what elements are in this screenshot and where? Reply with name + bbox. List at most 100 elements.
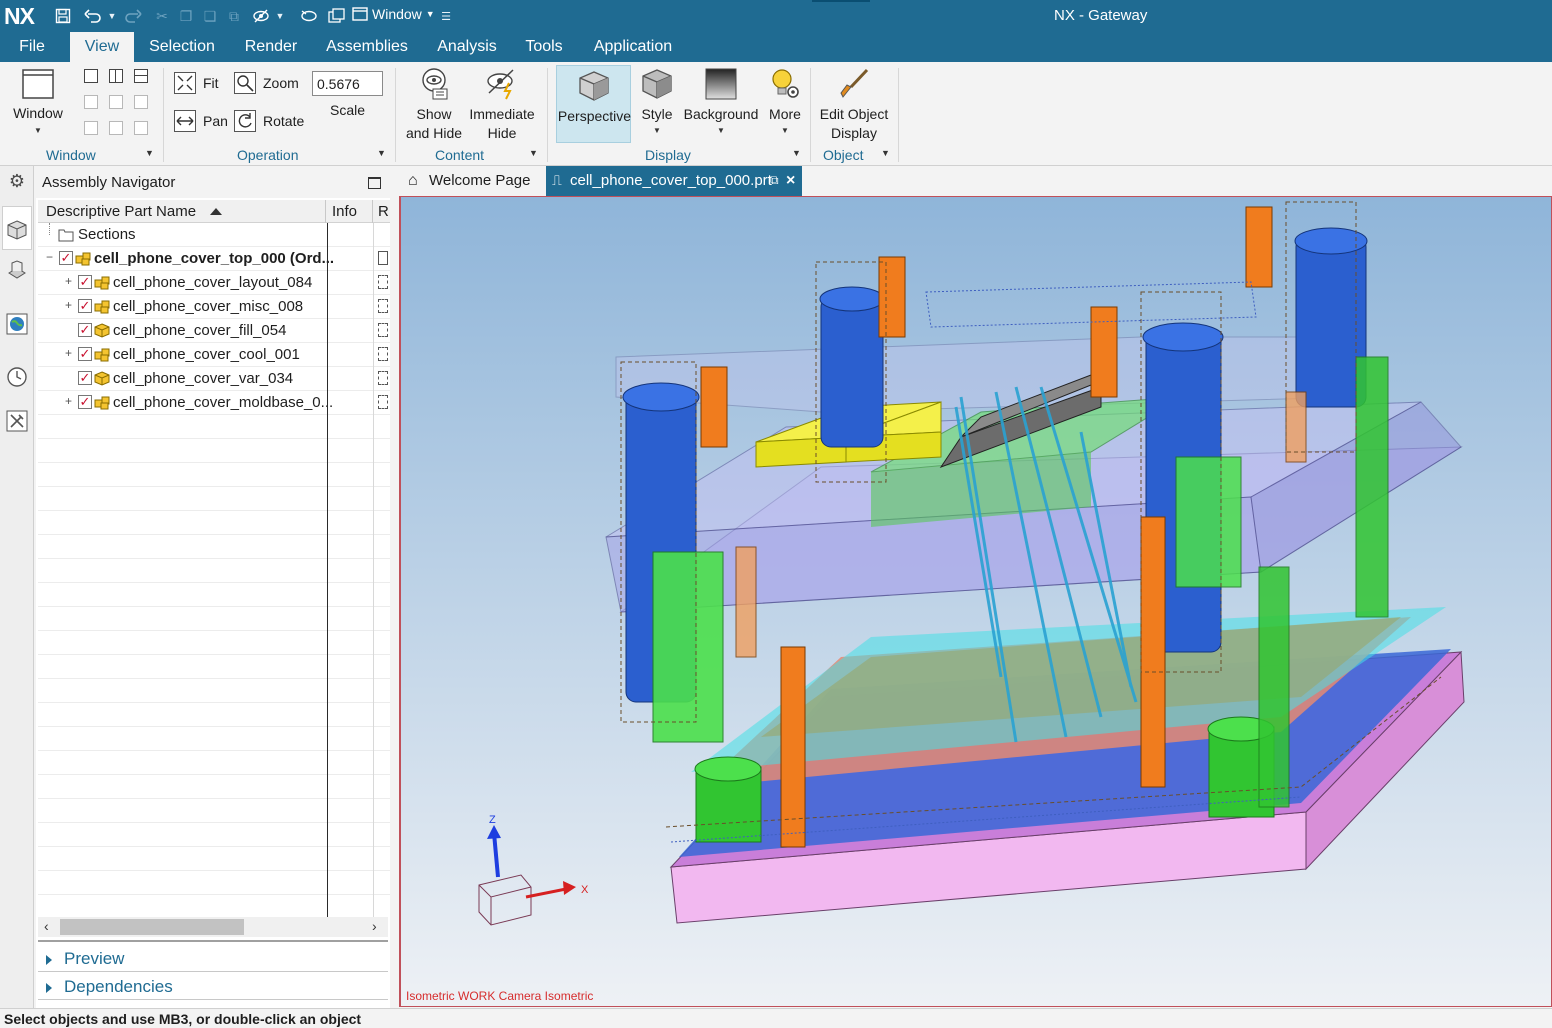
- display-group-expand-icon[interactable]: ▼: [792, 148, 801, 158]
- tools-tab-icon[interactable]: [5, 410, 29, 434]
- immediate-hide-icon: [487, 69, 514, 100]
- tree-row-cool[interactable]: + ✓ cell_phone_cover_cool_001: [38, 343, 390, 367]
- history-clock-icon[interactable]: [5, 366, 29, 390]
- layout-alt-2-icon[interactable]: [109, 121, 123, 135]
- layout-single-icon[interactable]: [84, 69, 98, 83]
- column-descriptive-part-name[interactable]: Descriptive Part Name: [46, 203, 196, 220]
- fit-button[interactable]: Fit: [174, 72, 234, 98]
- more-button[interactable]: More ▼: [764, 64, 806, 144]
- perspective-label: Perspective: [557, 108, 632, 124]
- visibility-checkbox[interactable]: ✓: [78, 395, 92, 409]
- layout-alt-3-icon[interactable]: [134, 121, 148, 135]
- scroll-right-icon[interactable]: ›: [372, 918, 377, 934]
- scale-input[interactable]: [312, 71, 383, 96]
- scroll-thumb[interactable]: [60, 919, 244, 935]
- tab-analysis[interactable]: Analysis: [430, 32, 504, 62]
- show-hide-toggle-icon[interactable]: [298, 6, 320, 26]
- dependencies-section[interactable]: Dependencies: [46, 977, 173, 997]
- rotate-button[interactable]: Rotate: [234, 110, 306, 136]
- assembly-icon: [94, 396, 110, 410]
- preview-section[interactable]: Preview: [46, 949, 124, 969]
- customize-quick-access-icon[interactable]: ☰: [438, 6, 454, 26]
- edit-object-display-button[interactable]: Edit Object Display: [816, 64, 892, 144]
- undo-dropdown-icon[interactable]: ▼: [106, 6, 118, 26]
- cut-icon[interactable]: ✂: [152, 6, 172, 26]
- expand-icon[interactable]: +: [63, 395, 74, 407]
- part-navigator-tab-icon[interactable]: [5, 259, 29, 283]
- object-group-expand-icon[interactable]: ▼: [881, 148, 890, 158]
- graphics-window[interactable]: Z X Isometric WORK Camera Isometric: [399, 196, 1552, 1007]
- pan-button[interactable]: Pan: [174, 110, 234, 136]
- layout-three-icon[interactable]: [109, 95, 123, 109]
- style-button[interactable]: Style ▼: [636, 64, 678, 144]
- tree-row-moldbase[interactable]: + ✓ cell_phone_cover_moldbase_0...: [38, 391, 390, 415]
- empty-tree-row: [38, 727, 390, 751]
- window-button[interactable]: Window ▼: [8, 64, 68, 142]
- settings-gear-icon[interactable]: ⚙: [5, 169, 29, 193]
- visibility-checkbox[interactable]: ✓: [78, 347, 92, 361]
- zoom-button[interactable]: Zoom: [234, 72, 306, 98]
- visibility-checkbox[interactable]: ✓: [78, 299, 92, 313]
- expand-icon[interactable]: +: [63, 275, 74, 287]
- maximize-icon[interactable]: [368, 177, 381, 189]
- visibility-checkbox[interactable]: ✓: [78, 323, 92, 337]
- visibility-checkbox[interactable]: ✓: [78, 371, 92, 385]
- layout-two-horizontal-icon[interactable]: [134, 69, 148, 83]
- home-icon: ⌂: [408, 172, 418, 189]
- expand-icon[interactable]: +: [63, 347, 74, 359]
- layout-two-vertical-icon[interactable]: [109, 69, 123, 83]
- show-and-hide-button[interactable]: Show and Hide: [404, 64, 464, 144]
- layout-six-icon[interactable]: [134, 95, 148, 109]
- visibility-checkbox[interactable]: ✓: [78, 275, 92, 289]
- tab-selection[interactable]: Selection: [142, 32, 222, 62]
- tab-assemblies[interactable]: Assemblies: [320, 32, 414, 62]
- layout-four-icon[interactable]: [84, 95, 98, 109]
- hide-dropdown-icon[interactable]: ▼: [274, 6, 286, 26]
- web-browser-tab-icon[interactable]: [5, 313, 29, 337]
- close-icon[interactable]: ×: [786, 166, 795, 195]
- background-button[interactable]: Background ▼: [682, 64, 760, 144]
- tree-row-sections[interactable]: Sections: [38, 223, 390, 247]
- tree-row-layout[interactable]: + ✓ cell_phone_cover_layout_084: [38, 271, 390, 295]
- collapse-icon[interactable]: −: [44, 251, 55, 263]
- tab-welcome-page[interactable]: ⌂ Welcome Page: [402, 166, 542, 196]
- chevron-down-icon: ▼: [653, 126, 661, 135]
- panel-separator: [38, 999, 388, 1000]
- tab-file[interactable]: File: [6, 32, 58, 62]
- redo-icon[interactable]: [122, 6, 144, 26]
- tab-application[interactable]: Application: [586, 32, 680, 62]
- tree-row-root-assembly[interactable]: − ✓ cell_phone_cover_top_000 (Ord...: [38, 247, 390, 271]
- tree-row-var[interactable]: ✓ cell_phone_cover_var_034: [38, 367, 390, 391]
- column-divider-line: [327, 223, 328, 917]
- horizontal-scrollbar[interactable]: ‹ ›: [38, 917, 388, 937]
- tree-row-fill[interactable]: ✓ cell_phone_cover_fill_054: [38, 319, 390, 343]
- empty-tree-row: [38, 871, 390, 895]
- layout-alt-1-icon[interactable]: [84, 121, 98, 135]
- column-info[interactable]: Info: [332, 203, 357, 220]
- column-r[interactable]: R: [378, 203, 389, 220]
- empty-tree-row: [38, 799, 390, 823]
- undock-icon[interactable]: ⧉: [770, 166, 779, 195]
- switch-window-icon[interactable]: [326, 6, 348, 26]
- tab-tools[interactable]: Tools: [518, 32, 570, 62]
- tab-render[interactable]: Render: [236, 32, 306, 62]
- scroll-left-icon[interactable]: ‹: [44, 918, 49, 934]
- tree-row-misc[interactable]: + ✓ cell_phone_cover_misc_008: [38, 295, 390, 319]
- window-group-expand-icon[interactable]: ▼: [145, 148, 154, 158]
- immediate-hide-button[interactable]: Immediate Hide: [467, 64, 537, 144]
- undo-icon[interactable]: [82, 6, 104, 26]
- assembly-navigator-tab-icon[interactable]: [2, 206, 32, 250]
- tab-active-part[interactable]: ⎍ cell_phone_cover_top_000.prt ⧉ ×: [546, 166, 802, 196]
- visibility-checkbox[interactable]: ✓: [59, 251, 73, 265]
- expand-icon[interactable]: +: [63, 299, 74, 311]
- hide-icon[interactable]: [250, 6, 272, 26]
- window-menu-dropdown[interactable]: Window ▼: [352, 6, 435, 22]
- copy-icon[interactable]: ❐: [176, 6, 196, 26]
- save-icon[interactable]: [52, 6, 74, 26]
- content-group-expand-icon[interactable]: ▼: [529, 148, 538, 158]
- perspective-button[interactable]: Perspective: [556, 65, 631, 143]
- paste-icon[interactable]: ❏: [200, 6, 220, 26]
- copy-display-icon[interactable]: ⧉: [224, 6, 244, 26]
- tab-view[interactable]: View: [70, 32, 134, 62]
- operation-group-expand-icon[interactable]: ▼: [377, 148, 386, 158]
